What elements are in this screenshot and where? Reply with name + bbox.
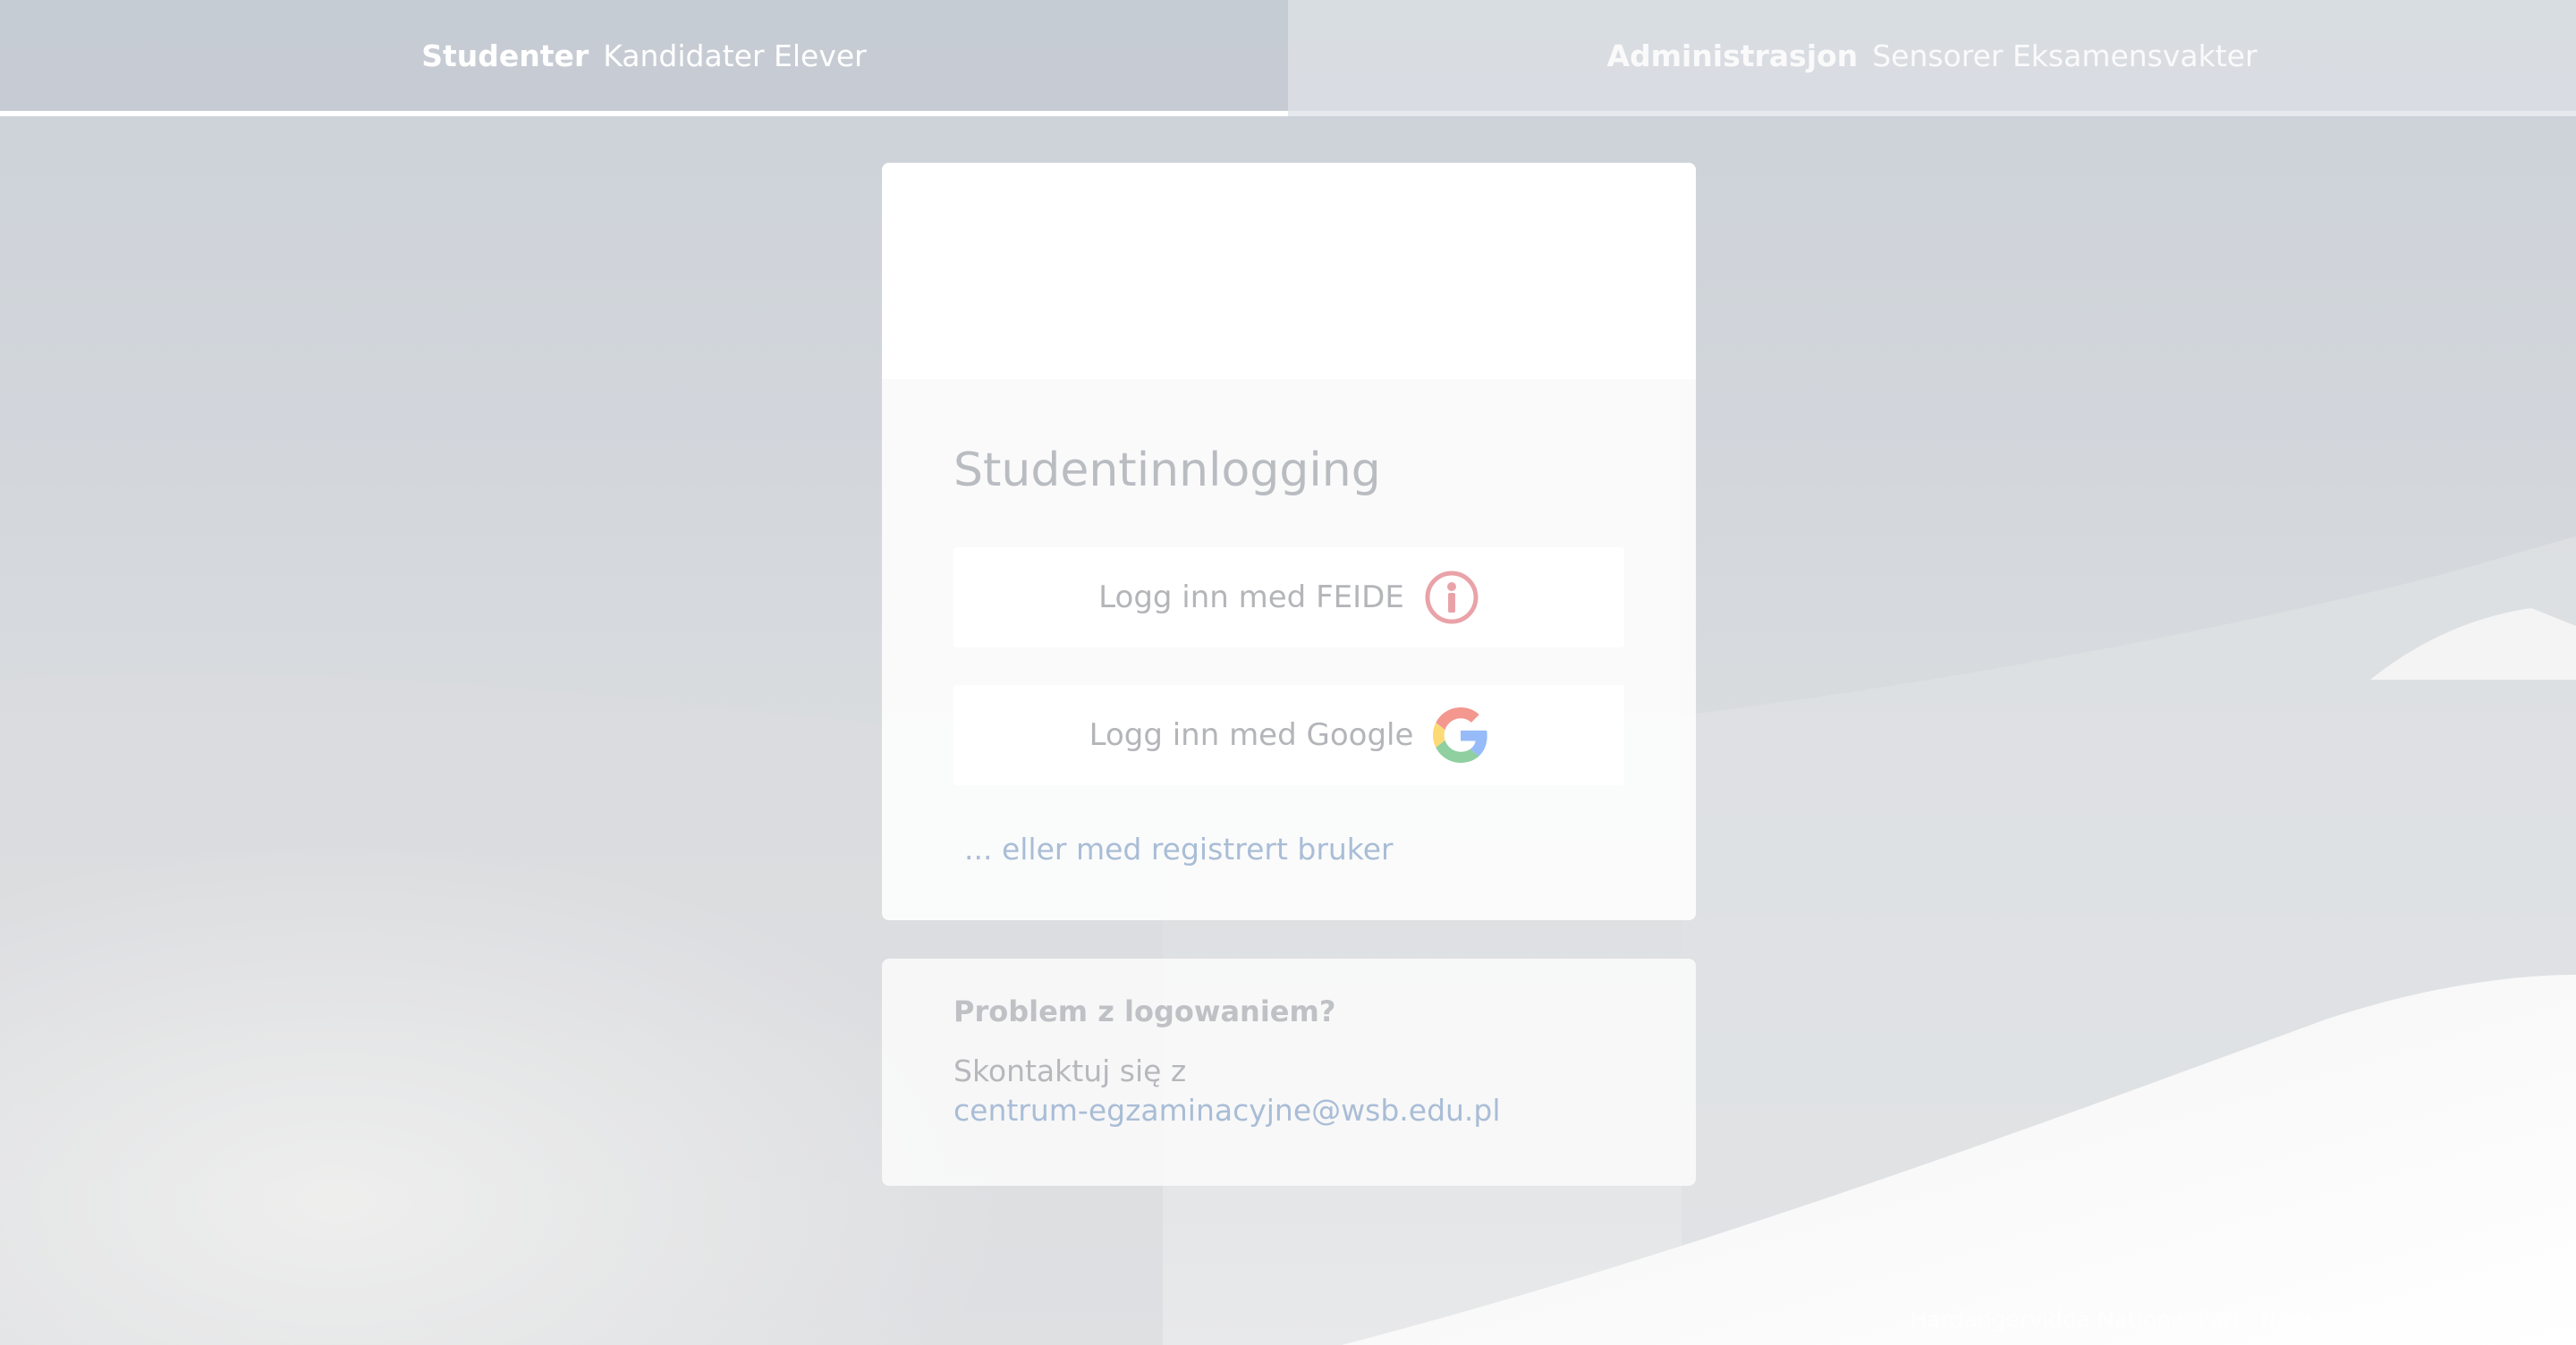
login-card: Studentinnlogging Logg inn med FEIDE Log… (882, 163, 1696, 920)
login-card-body: Studentinnlogging Logg inn med FEIDE Log… (882, 379, 1696, 920)
registered-user-link[interactable]: ... eller med registrert bruker (964, 832, 1394, 867)
login-feide-button[interactable]: Logg inn med FEIDE (953, 547, 1624, 647)
tab-administration[interactable]: Administrasjon Sensorer Eksamensvakter (1288, 0, 2576, 116)
tab-administration-title: Administrasjon (1606, 38, 1859, 73)
photo-credit: Hardangervidda National Park, Norway. Ph… (1910, 1307, 2567, 1332)
google-icon (1433, 707, 1488, 763)
tab-students[interactable]: Studenter Kandidater Elever (0, 0, 1288, 116)
top-tab-bar: Studenter Kandidater Elever Administrasj… (0, 0, 2576, 116)
help-card: Problem z logowaniem? Skontaktuj się z c… (882, 959, 1696, 1186)
help-text: Skontaktuj się z (953, 1053, 1187, 1088)
tab-administration-subtitle: Sensorer Eksamensvakter (1872, 38, 2258, 73)
help-title: Problem z logowaniem? (953, 994, 1336, 1028)
feide-icon (1424, 570, 1479, 625)
tab-students-title: Studenter (421, 38, 589, 73)
logo-area (882, 163, 1696, 379)
login-google-button[interactable]: Logg inn med Google (953, 685, 1624, 785)
tab-students-subtitle: Kandidater Elever (603, 38, 867, 73)
help-email-link[interactable]: centrum-egzaminacyjne@wsb.edu.pl (953, 1091, 1624, 1130)
login-title: Studentinnlogging (953, 444, 1381, 497)
login-google-label: Logg inn med Google (1089, 717, 1414, 753)
login-feide-label: Logg inn med FEIDE (1098, 579, 1404, 615)
